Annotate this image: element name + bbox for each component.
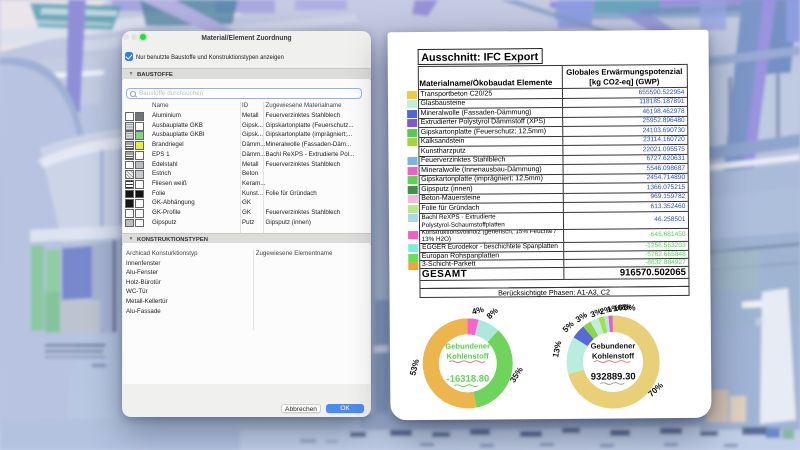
svg-text:53%: 53%	[407, 357, 421, 376]
svg-text:932889.30: 932889.30	[591, 371, 636, 382]
svg-text:-16318.80: -16318.80	[446, 373, 489, 384]
svg-text:5%: 5%	[560, 318, 576, 334]
svg-text:Kohlenstoff: Kohlenstoff	[592, 351, 635, 360]
svg-text:Gebundener: Gebundener	[445, 341, 490, 350]
svg-text:3%: 3%	[573, 309, 589, 324]
svg-text:4%: 4%	[471, 303, 486, 316]
svg-text:0%: 0%	[624, 302, 637, 312]
svg-text:13%: 13%	[550, 339, 563, 358]
svg-text:Gebundener: Gebundener	[591, 341, 636, 350]
svg-text:Kohlenstoff: Kohlenstoff	[447, 351, 490, 360]
svg-text:8%: 8%	[484, 304, 500, 320]
